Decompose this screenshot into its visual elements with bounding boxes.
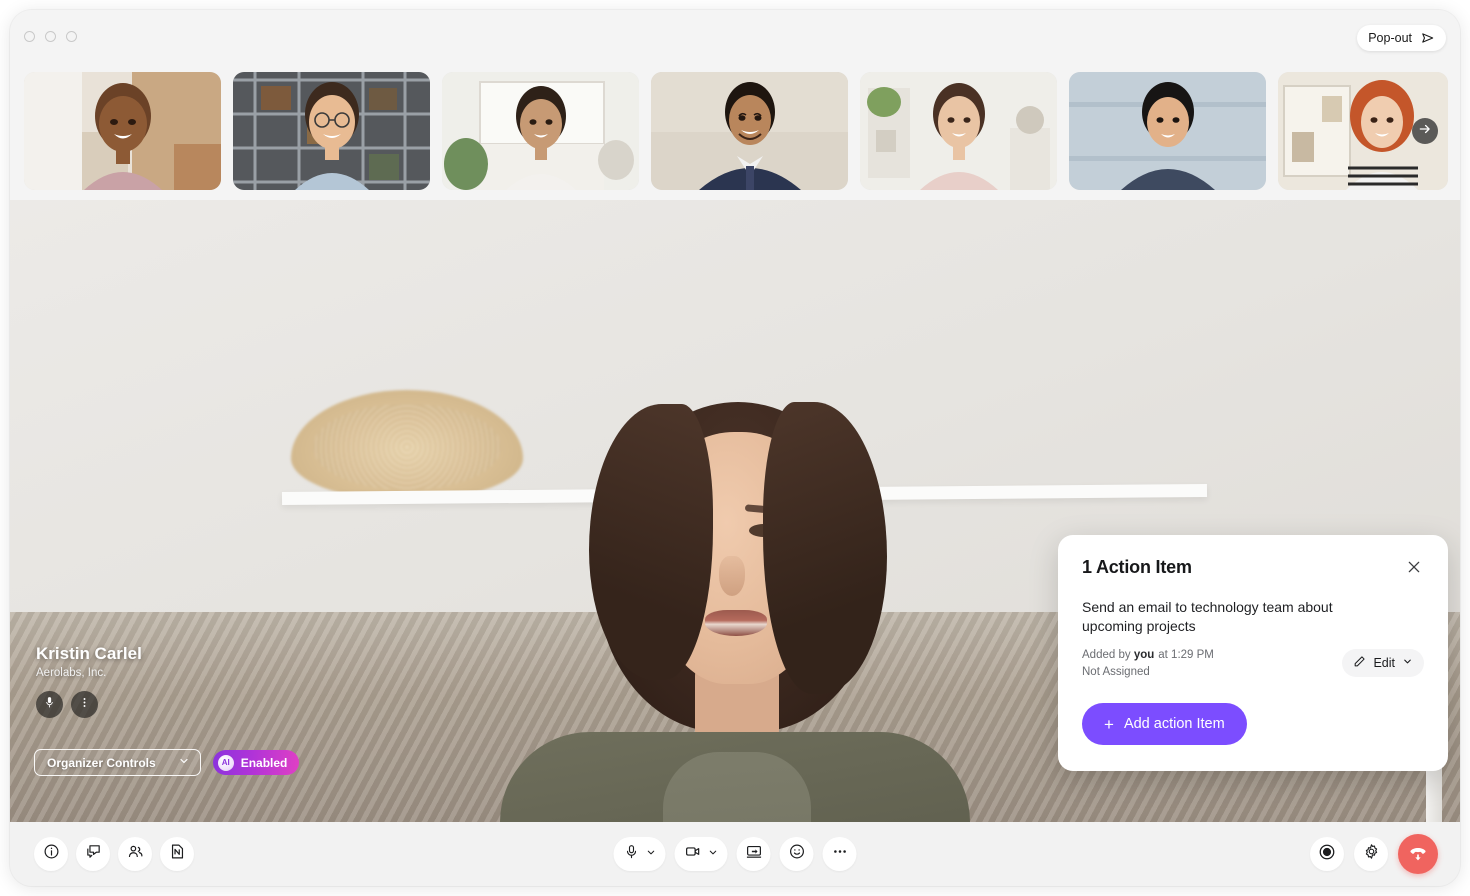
end-call-icon <box>1408 842 1428 867</box>
action-item-description: Send an email to technology team about u… <box>1082 599 1333 634</box>
added-by-who: you <box>1133 648 1155 661</box>
ai-icon: AI <box>217 754 234 771</box>
added-at-time: at 1:29 PM <box>1158 648 1214 661</box>
gear-icon <box>1363 843 1380 865</box>
ai-enabled-label: Enabled <box>240 755 288 770</box>
participant-video <box>233 72 430 190</box>
participant-tile[interactable] <box>1069 72 1266 190</box>
window-traffic-lights <box>24 30 77 42</box>
speaker-name: Kristin Carlel <box>36 643 142 663</box>
filmstrip-next-button[interactable] <box>1412 118 1438 144</box>
send-icon <box>1421 31 1435 45</box>
chevron-down-icon <box>646 845 657 863</box>
share-screen-button[interactable] <box>736 837 771 871</box>
participant-tile[interactable] <box>233 72 430 190</box>
organizer-row: Organizer Controls AI Enabled <box>34 749 300 776</box>
participant-video <box>860 72 1057 190</box>
more-options-button[interactable] <box>822 837 857 871</box>
microphone-icon <box>624 844 640 865</box>
speaker-overlay: Kristin Carlel Aerolabs, Inc. <box>36 643 142 718</box>
screen-share-icon <box>745 843 762 865</box>
window-maximize-button[interactable] <box>66 30 77 42</box>
more-vertical-icon <box>78 696 91 714</box>
camera-toggle-button[interactable] <box>674 837 728 871</box>
edit-action-item-button[interactable]: Edit <box>1342 648 1424 677</box>
end-call-button[interactable] <box>1398 834 1438 874</box>
settings-button[interactable] <box>1354 837 1388 871</box>
participant-video <box>651 72 848 190</box>
organizer-controls-dropdown[interactable]: Organizer Controls <box>34 749 201 776</box>
chevron-down-icon <box>708 845 719 863</box>
action-panel-title: 1 Action Item <box>1082 557 1192 577</box>
notes-icon <box>169 843 186 865</box>
action-item-meta: Added by you at 1:29 PM Not Assigned <box>1082 647 1214 682</box>
people-icon <box>127 843 144 865</box>
pop-out-label: Pop-out <box>1368 31 1412 45</box>
participant-video <box>1069 72 1266 190</box>
window-minimize-button[interactable] <box>45 30 56 42</box>
notes-button[interactable] <box>160 837 194 871</box>
title-bar: Pop-out <box>10 10 1460 62</box>
info-icon <box>43 843 60 865</box>
chevron-down-icon <box>1402 656 1413 670</box>
record-icon <box>1318 843 1336 866</box>
assignment-status: Not Assigned <box>1082 665 1150 678</box>
microphone-toggle-button[interactable] <box>613 837 666 871</box>
camera-icon <box>685 843 702 865</box>
speaker-more-button[interactable] <box>71 691 98 718</box>
chevron-down-icon <box>178 755 190 770</box>
reactions-button[interactable] <box>779 837 814 871</box>
microphone-icon <box>43 696 56 714</box>
participant-video <box>442 72 639 190</box>
plus-icon: + <box>1104 714 1114 734</box>
speaker-organization: Aerolabs, Inc. <box>36 667 107 679</box>
participant-filmstrip[interactable] <box>10 62 1460 200</box>
chat-button[interactable] <box>76 837 110 871</box>
bottom-toolbar <box>10 822 1460 886</box>
add-action-item-label: Add action Item <box>1123 716 1225 732</box>
participant-tile[interactable] <box>24 72 221 190</box>
participants-button[interactable] <box>118 837 152 871</box>
organizer-controls-label: Organizer Controls <box>47 755 156 770</box>
window-close-button[interactable] <box>24 30 35 42</box>
record-button[interactable] <box>1310 837 1344 871</box>
action-panel-close-button[interactable] <box>1404 557 1424 577</box>
close-icon <box>1406 561 1422 579</box>
participant-tile[interactable] <box>860 72 1057 190</box>
arrow-right-icon <box>1418 122 1432 141</box>
pencil-icon <box>1353 655 1366 671</box>
participant-tile[interactable] <box>442 72 639 190</box>
add-action-item-button[interactable]: + Add action Item <box>1082 703 1247 745</box>
chat-icon <box>85 843 102 865</box>
app-window: Pop-out Kristin Carlel Aerolabs, Inc. Or… <box>10 10 1460 886</box>
participant-video <box>24 72 221 190</box>
pop-out-button[interactable]: Pop-out <box>1357 25 1446 51</box>
main-stage: Kristin Carlel Aerolabs, Inc. Organizer … <box>10 200 1460 822</box>
emoji-icon <box>788 843 805 865</box>
speaker-mic-button[interactable] <box>36 691 63 718</box>
more-horizontal-icon <box>831 843 848 865</box>
action-item-panel: 1 Action Item Send an email to technolog… <box>1058 535 1448 771</box>
participant-tile[interactable] <box>651 72 848 190</box>
info-button[interactable] <box>34 837 68 871</box>
added-by-prefix: Added by <box>1082 648 1131 661</box>
edit-label: Edit <box>1373 655 1395 670</box>
ai-enabled-badge[interactable]: AI Enabled <box>212 750 300 775</box>
